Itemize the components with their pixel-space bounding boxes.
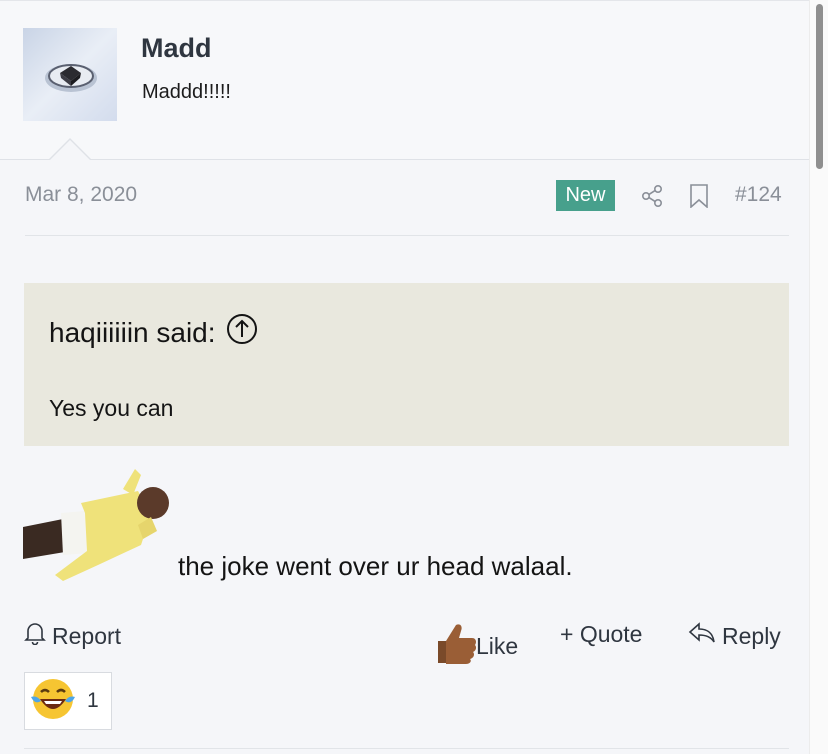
bell-icon	[24, 621, 46, 651]
like-button[interactable]: Like	[434, 621, 518, 671]
username[interactable]: Madd	[141, 33, 212, 64]
divider	[25, 235, 789, 236]
quote-text: Yes you can	[49, 395, 174, 421]
new-badge: New	[556, 180, 615, 211]
avatar[interactable]	[23, 28, 117, 121]
scrollbar-thumb[interactable]	[816, 4, 823, 169]
arrow-circle-up-icon[interactable]	[226, 313, 258, 352]
reaction-summary[interactable]: 1	[24, 672, 112, 730]
post-number[interactable]: #124	[735, 183, 782, 207]
thumbs-up-icon	[434, 621, 478, 671]
quote-author-label: haqiiiiiin said:	[49, 316, 216, 348]
bookmark-icon[interactable]	[689, 184, 709, 213]
reply-button[interactable]: Reply	[688, 621, 781, 651]
post-container: Madd Maddd!!!!! Mar 8, 2020 New #124 haq…	[0, 0, 809, 754]
report-label: Report	[52, 622, 122, 649]
like-label: Like	[476, 632, 519, 659]
share-icon[interactable]	[640, 184, 664, 213]
scrollbar[interactable]	[809, 0, 828, 754]
laughing-tears-icon	[29, 675, 77, 728]
bottom-divider	[24, 748, 789, 749]
message-text: the joke went over ur head walaal.	[178, 551, 573, 581]
quote-author[interactable]: haqiiiiiin said:	[49, 313, 258, 352]
quote-button[interactable]: + Quote	[560, 621, 642, 648]
gif-image	[23, 469, 170, 583]
user-header: Madd Maddd!!!!!	[0, 0, 809, 160]
post-date[interactable]: Mar 8, 2020	[25, 183, 137, 207]
avatar-image	[45, 64, 97, 92]
header-pointer-inner	[50, 140, 90, 160]
quote-label: + Quote	[560, 621, 643, 647]
report-button[interactable]: Report	[24, 621, 121, 651]
quote-block: haqiiiiiin said: Yes you can	[24, 283, 789, 446]
reply-label: Reply	[722, 622, 781, 649]
user-title: Maddd!!!!!	[142, 81, 231, 103]
reply-icon	[688, 621, 716, 651]
reaction-count: 1	[87, 689, 99, 712]
